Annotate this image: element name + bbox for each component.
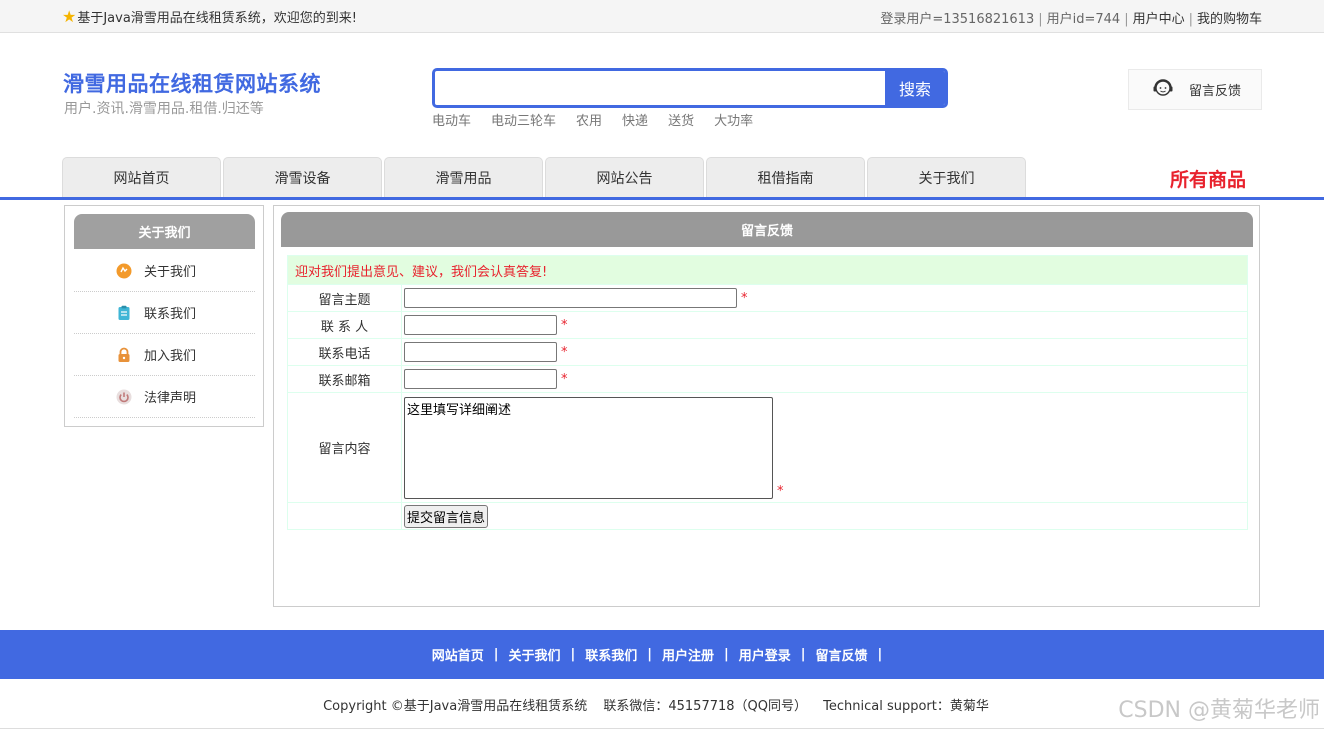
footer-link[interactable]: 联系我们 (585, 645, 637, 664)
feedback-form: 迎对我们提出意见、建议，我们会认真答复! 留言主题 * 联 系 人 * 联系电话… (287, 255, 1248, 530)
sidebar-item[interactable]: 联系我们 (74, 292, 255, 334)
footer-link[interactable]: 用户登录 (739, 645, 791, 664)
sidebar-item[interactable]: 加入我们 (74, 334, 255, 376)
email-label: 联系邮箱 (287, 365, 402, 393)
site-slogan: 用户.资讯.滑雪用品.租借.归还等 (64, 101, 264, 117)
required-mark: * (741, 290, 748, 306)
lock-icon (116, 347, 132, 363)
sidebar-item-label: 关于我们 (144, 265, 197, 280)
feedback-button[interactable]: 留言反馈 (1128, 69, 1262, 110)
submit-button[interactable]: 提交留言信息 (404, 504, 489, 528)
empty-cell (287, 502, 402, 530)
hot-keyword[interactable]: 电动车 (432, 110, 471, 129)
welcome-message: ★ 基于Java滑雪用品在线租赁系统，欢迎您的到来! (62, 7, 357, 26)
main-title: 留言反馈 (281, 212, 1253, 247)
hot-keyword[interactable]: 快递 (622, 110, 648, 129)
wechat-text: 联系微信：45157718（QQ同号） (603, 699, 807, 714)
hot-keyword[interactable]: 大功率 (714, 110, 753, 129)
subject-label: 留言主题 (287, 284, 402, 312)
contact-label: 联 系 人 (287, 311, 402, 339)
all-goods-link[interactable]: 所有商品 (1170, 165, 1246, 192)
sidebar-item[interactable]: 法律声明 (74, 376, 255, 418)
user-id: 用户id=744 (1046, 12, 1121, 27)
site-title[interactable]: 滑雪用品在线租赁网站系统 (63, 68, 321, 98)
required-mark: * (561, 317, 568, 333)
footer-link[interactable]: 留言反馈 (816, 645, 868, 664)
search-box: 搜索 (432, 68, 948, 108)
content-label: 留言内容 (287, 392, 402, 503)
top-bar: ★ 基于Java滑雪用品在线租赁系统，欢迎您的到来! 登录用户=13516821… (0, 0, 1324, 33)
nav-divider (0, 197, 1324, 200)
contact-input[interactable] (404, 315, 557, 335)
footer-separator: | (800, 647, 806, 662)
login-user: 登录用户=13516821613 (880, 12, 1035, 27)
welcome-text: 基于Java滑雪用品在线租赁系统，欢迎您的到来! (77, 11, 358, 26)
sidebar-list: 关于我们联系我们加入我们法律声明 (74, 250, 255, 418)
star-icon: ★ (62, 6, 77, 26)
nav-item[interactable]: 滑雪设备 (223, 157, 382, 197)
footer-link[interactable]: 关于我们 (508, 645, 560, 664)
content-textarea[interactable]: 这里填写详细阐述 (404, 396, 773, 499)
csdn-watermark: CSDN @黄菊华老师 (1118, 698, 1320, 723)
footer-separator: | (493, 647, 499, 662)
sidebar-item-label: 联系我们 (144, 307, 197, 322)
copyright-text: Copyright ©基于Java滑雪用品在线租赁系统 (323, 699, 588, 714)
clipboard-icon (116, 305, 132, 321)
sidebar-title: 关于我们 (74, 214, 255, 249)
feedback-label: 留言反馈 (1189, 84, 1242, 99)
phone-input[interactable] (404, 342, 557, 362)
user-info: 登录用户=13516821613 | 用户id=744 | 用户中心 | 我的购物车 (880, 12, 1262, 27)
support-text: Technical support：黄菊华 (823, 699, 989, 714)
footer-link[interactable]: 用户注册 (662, 645, 714, 664)
main-panel: 留言反馈 迎对我们提出意见、建议，我们会认真答复! 留言主题 * 联 系 人 *… (273, 205, 1260, 607)
power-icon (116, 389, 132, 405)
required-mark: * (561, 371, 568, 387)
nav-item[interactable]: 租借指南 (706, 157, 865, 197)
nav-item[interactable]: 滑雪用品 (384, 157, 543, 197)
nav-item[interactable]: 网站公告 (545, 157, 704, 197)
bottom-divider (0, 728, 1324, 729)
footer-nav: 网站首页 | 关于我们 | 联系我们 | 用户注册 | 用户登录 | 留言反馈 | (0, 630, 1324, 679)
sidebar-item[interactable]: 关于我们 (74, 250, 255, 292)
footer-separator: | (724, 647, 729, 662)
subject-input[interactable] (404, 288, 737, 308)
email-input[interactable] (404, 369, 557, 389)
required-mark: * (777, 483, 784, 499)
main-nav: 网站首页 滑雪设备 滑雪用品 网站公告 租借指南 关于我们 (62, 157, 1026, 197)
user-center-link[interactable]: 用户中心 (1133, 12, 1185, 27)
sidebar-item-label: 法律声明 (144, 391, 197, 406)
footer-separator: | (647, 647, 652, 662)
footer-separator: | (570, 647, 576, 662)
hot-keyword[interactable]: 电动三轮车 (491, 110, 556, 129)
customer-service-icon (1151, 76, 1175, 104)
phone-label: 联系电话 (287, 338, 402, 366)
sidebar-item-label: 加入我们 (144, 349, 197, 364)
orange-circle-icon (116, 263, 132, 279)
required-mark: * (561, 344, 568, 360)
search-button[interactable]: 搜索 (885, 71, 945, 105)
form-notice: 迎对我们提出意见、建议，我们会认真答复! (287, 255, 1248, 285)
nav-item[interactable]: 网站首页 (62, 157, 221, 197)
search-input[interactable] (435, 71, 887, 105)
footer-separator: | (877, 647, 883, 662)
hot-keyword[interactable]: 农用 (576, 110, 602, 129)
cart-link[interactable]: 我的购物车 (1197, 12, 1262, 27)
nav-item[interactable]: 关于我们 (867, 157, 1026, 197)
footer-link[interactable]: 网站首页 (432, 645, 484, 664)
sidebar: 关于我们 关于我们联系我们加入我们法律声明 (64, 205, 264, 427)
hot-keyword[interactable]: 送货 (668, 110, 694, 129)
hot-keywords: 电动车 电动三轮车 农用 快递 送货 大功率 (432, 110, 753, 129)
